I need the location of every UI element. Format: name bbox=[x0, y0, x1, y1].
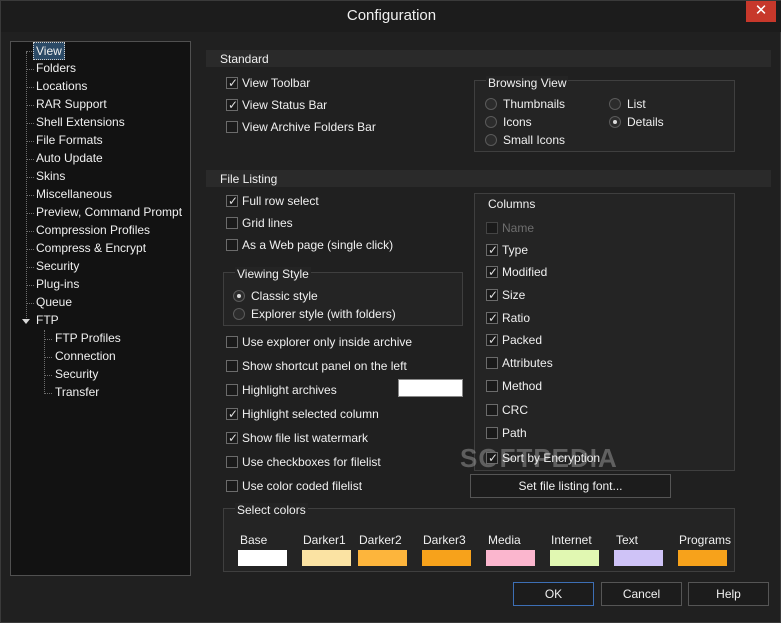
checkmark-icon: ✓ bbox=[488, 451, 499, 465]
set-file-listing-font-button[interactable]: Set file listing font... bbox=[470, 474, 671, 498]
tree-connector bbox=[44, 375, 52, 376]
color-swatch-programs[interactable] bbox=[678, 550, 727, 566]
tree-item-connection[interactable]: Connection bbox=[53, 348, 118, 366]
tree-item-ftp-security[interactable]: Security bbox=[53, 366, 100, 384]
tree-item-file-formats[interactable]: File Formats bbox=[34, 132, 105, 150]
tree-item-transfer[interactable]: Transfer bbox=[53, 384, 101, 402]
columns-label: Columns bbox=[486, 197, 538, 211]
tree-item-security[interactable]: Security bbox=[34, 258, 81, 276]
highlight-archives-color-swatch[interactable] bbox=[398, 379, 463, 397]
tree-connector bbox=[26, 195, 34, 196]
tree-connector bbox=[26, 231, 34, 232]
settings-tree[interactable]: View Folders Locations RAR Support Shell… bbox=[10, 41, 191, 576]
tree-connector bbox=[26, 141, 34, 142]
tree-item-miscellaneous[interactable]: Miscellaneous bbox=[34, 186, 114, 204]
close-button[interactable]: ✕ bbox=[746, 1, 776, 22]
window-title: Configuration bbox=[346, 7, 437, 24]
configuration-window: Configuration ✕ View Folders Locations R… bbox=[0, 0, 781, 623]
tree-item-queue[interactable]: Queue bbox=[34, 294, 74, 312]
tree-connector bbox=[44, 357, 52, 358]
checkmark-icon: ✓ bbox=[488, 243, 499, 257]
tree-connector bbox=[26, 285, 34, 286]
tree-item-compress-encrypt[interactable]: Compress & Encrypt bbox=[34, 240, 148, 258]
checkmark-icon: ✓ bbox=[488, 265, 499, 279]
tree-connector bbox=[26, 123, 34, 124]
tree-item-locations[interactable]: Locations bbox=[34, 78, 89, 96]
chevron-down-icon[interactable] bbox=[22, 319, 30, 324]
tree-connector bbox=[26, 303, 34, 304]
checkmark-icon: ✓ bbox=[228, 431, 239, 445]
ok-button[interactable]: OK bbox=[513, 582, 594, 606]
tree-item-ftp[interactable]: FTP bbox=[34, 312, 61, 330]
checkmark-icon: ✓ bbox=[228, 98, 239, 112]
tree-item-compression-profiles[interactable]: Compression Profiles bbox=[34, 222, 152, 240]
tree-connector bbox=[26, 69, 34, 70]
tree-item-preview-command-prompt[interactable]: Preview, Command Prompt bbox=[34, 204, 184, 222]
color-swatch-base[interactable] bbox=[238, 550, 287, 566]
tree-connector bbox=[44, 339, 52, 340]
checkmark-icon: ✓ bbox=[488, 333, 499, 347]
tree-item-shell-extensions[interactable]: Shell Extensions bbox=[34, 114, 127, 132]
color-label-darker1: Darker1 bbox=[303, 533, 346, 547]
help-button[interactable]: Help bbox=[688, 582, 769, 606]
tree-item-skins[interactable]: Skins bbox=[34, 168, 67, 186]
tree-connector bbox=[26, 267, 34, 268]
color-label-media: Media bbox=[488, 533, 521, 547]
checkmark-icon: ✓ bbox=[488, 288, 499, 302]
tree-connector bbox=[44, 393, 52, 394]
cancel-button[interactable]: Cancel bbox=[601, 582, 682, 606]
color-swatch-internet[interactable] bbox=[550, 550, 599, 566]
checkmark-icon: ✓ bbox=[228, 76, 239, 90]
tree-connector bbox=[26, 213, 34, 214]
color-swatch-text[interactable] bbox=[614, 550, 663, 566]
viewing-style-label: Viewing Style bbox=[235, 267, 311, 281]
tree-line bbox=[26, 52, 27, 322]
tree-item-ftp-profiles[interactable]: FTP Profiles bbox=[53, 330, 123, 348]
tree-connector bbox=[26, 87, 34, 88]
color-label-internet: Internet bbox=[551, 533, 592, 547]
tree-item-view[interactable]: View bbox=[33, 42, 65, 60]
standard-header: Standard bbox=[220, 52, 269, 66]
color-label-programs: Programs bbox=[679, 533, 732, 547]
checkmark-icon: ✓ bbox=[228, 194, 239, 208]
tree-item-folders[interactable]: Folders bbox=[34, 60, 78, 78]
color-label-text: Text bbox=[616, 533, 639, 547]
color-label-base: Base bbox=[240, 533, 268, 547]
color-swatch-media[interactable] bbox=[486, 550, 535, 566]
color-label-darker3: Darker3 bbox=[423, 533, 466, 547]
title-bar: Configuration ✕ bbox=[1, 1, 781, 32]
file-listing-header: File Listing bbox=[220, 172, 278, 186]
tree-connector bbox=[26, 177, 34, 178]
tree-item-rar-support[interactable]: RAR Support bbox=[34, 96, 109, 114]
browsing-view-label: Browsing View bbox=[486, 76, 569, 90]
checkmark-icon: ✓ bbox=[228, 407, 239, 421]
color-swatch-darker1[interactable] bbox=[302, 550, 351, 566]
color-swatch-darker2[interactable] bbox=[358, 550, 407, 566]
section-header-bar bbox=[206, 170, 771, 187]
tree-connector bbox=[26, 249, 34, 250]
tree-item-plug-ins[interactable]: Plug-ins bbox=[34, 276, 81, 294]
color-label-darker2: Darker2 bbox=[359, 533, 402, 547]
tree-connector bbox=[26, 105, 34, 106]
select-colors-label: Select colors bbox=[235, 503, 308, 517]
checkmark-icon: ✓ bbox=[488, 311, 499, 325]
tree-item-auto-update[interactable]: Auto Update bbox=[34, 150, 105, 168]
tree-connector bbox=[26, 159, 34, 160]
section-header-bar bbox=[206, 50, 771, 67]
color-swatch-darker3[interactable] bbox=[422, 550, 471, 566]
